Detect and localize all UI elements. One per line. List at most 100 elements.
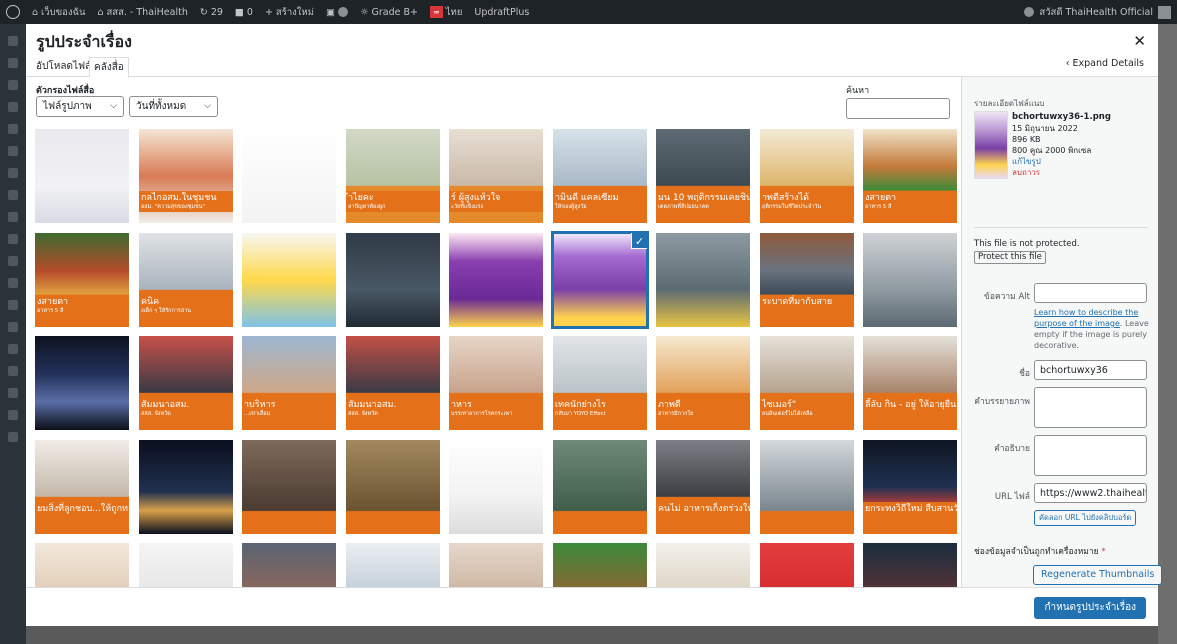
regenerate-thumbnails-button[interactable]: Regenerate Thumbnails <box>1033 565 1163 585</box>
media-thumbnail[interactable]: มน 10 พฤติกรรมเคยชิน เตตภาพที่ลีปมอนาคต <box>656 129 750 223</box>
wp-logo-icon[interactable] <box>0 0 26 24</box>
backdrop <box>1158 24 1177 644</box>
user-greeting[interactable]: สวัสดี ThaiHealth Official <box>1039 5 1153 20</box>
filter-label: ตัวกรองไฟล์สื่อ <box>36 86 95 96</box>
search-input[interactable] <box>846 98 950 119</box>
media-thumbnail[interactable]: าพดีสร้างได้ ฤติกรรมในชีวิตประจำวัน <box>760 129 854 223</box>
menu-icon <box>8 344 18 354</box>
media-thumbnail[interactable] <box>35 336 129 430</box>
media-thumbnail[interactable]: ระบาดที่มากับสาย <box>760 233 854 327</box>
media-thumbnail[interactable]: ำไยคะ ลาปัญหาท้องผูก <box>346 129 440 223</box>
grade-menu[interactable]: ☼ Grade B+ <box>354 0 424 24</box>
tab-upload[interactable]: อัปโหลดไฟล์ <box>32 57 95 78</box>
thumbnail-caption: เทคนักย่างไร กลับมา YOYO Effect <box>553 398 647 419</box>
grade-icon: ☼ <box>359 6 369 18</box>
media-thumbnail[interactable]: ภาพดี อาหารมีกากใย <box>656 336 750 430</box>
comments-menu[interactable]: ■ 0 <box>229 0 259 24</box>
media-thumbnail[interactable] <box>139 440 233 534</box>
media-thumbnail[interactable] <box>35 129 129 223</box>
new-content-menu[interactable]: + สร้างใหม่ <box>259 0 320 24</box>
protect-file-button[interactable]: Protect this file <box>974 251 1046 264</box>
updraftplus-menu[interactable]: UpdraftPlus <box>468 0 535 24</box>
tab-library[interactable]: คลังสื่อ <box>89 57 129 78</box>
media-thumbnail[interactable]: าบริหาร ...เข่าเสื่อม <box>242 336 336 430</box>
comment-icon: ■ <box>234 6 244 18</box>
menu-icon <box>8 410 18 420</box>
attachment-thumbnail <box>974 111 1008 179</box>
media-thumbnail[interactable] <box>242 440 336 534</box>
media-thumbnail[interactable]: ไซเมอร์" ยนอินเตอร์ไม่ได้เหลือ <box>760 336 854 430</box>
media-thumbnail[interactable]: ร์ ผู้สูงแห้วใจ ะวัยที่แข็งแรง <box>449 129 543 223</box>
media-thumbnail[interactable]: เทคนักย่างไร กลับมา YOYO Effect <box>553 336 647 430</box>
media-thumbnail[interactable] <box>656 233 750 327</box>
file-url-label: URL ไฟล์ <box>994 492 1030 502</box>
media-thumbnail[interactable] <box>242 233 336 327</box>
thumbnail-caption: ามินดี แคลเซียม ให้ของผู้สูงวัย <box>553 191 647 212</box>
close-icon[interactable]: ✕ <box>1133 32 1146 50</box>
alt-help-text: Learn how to describe the purpose of the… <box>1034 308 1149 350</box>
thumbnail-caption: ยกระทงวิถีใหม่ สืบสานวัฒนธรร <box>863 502 957 517</box>
thumbnail-caption: มน 10 พฤติกรรมเคยชิน เตตภาพที่ลีปมอนาคต <box>656 191 750 212</box>
media-thumbnail[interactable]: คนิค งเด็ก ๆ ให้รักการอ่าน <box>139 233 233 327</box>
set-featured-image-button[interactable]: กำหนดรูปประจำเรื่อง <box>1034 597 1146 619</box>
menu-icon <box>8 168 18 178</box>
caption-label: คำบรรยายภาพ <box>974 397 1030 407</box>
thumbnail-caption: ภาพดี อาหารมีกากใย <box>656 398 750 419</box>
seo-menu[interactable]: ▣ <box>320 0 354 24</box>
media-thumbnail[interactable]: คนไม่ อาหารเก็งตร่วงในหน้าร้อน <box>656 440 750 534</box>
menu-icon <box>8 388 18 398</box>
thumbnail-caption: คนไม่ อาหารเก็งตร่วงในหน้าร้อน <box>656 502 750 517</box>
thumbnail-caption: ยมสิ่งที่ลูกชอบ...ให้ถูกทาง <box>35 502 129 517</box>
language-menu[interactable]: ═ ไทย <box>424 0 468 24</box>
menu-icon <box>8 432 18 442</box>
media-thumbnail[interactable]: ยกระทงวิถีใหม่ สืบสานวัฒนธรร <box>863 440 957 534</box>
divider <box>974 227 1148 228</box>
file-url-input[interactable]: https://www2.thaihealth.o <box>1034 483 1147 503</box>
media-thumbnail[interactable]: ลี้ลับ กิน - อยู่ ให้อายุยืน <box>863 336 957 430</box>
description-textarea[interactable] <box>1034 435 1147 476</box>
delete-permanently-link[interactable]: ลบถาวร <box>1012 167 1111 178</box>
thumbnail-caption: าบริหาร ...เข่าเสื่อม <box>242 398 336 419</box>
caption-textarea[interactable] <box>1034 387 1147 428</box>
media-thumbnail[interactable]: ยมสิ่งที่ลูกชอบ...ให้ถูกทาง <box>35 440 129 534</box>
media-thumbnail[interactable] <box>863 233 957 327</box>
media-thumbnail[interactable] <box>449 440 543 534</box>
title-input[interactable]: bchortuwxy36 <box>1034 360 1147 380</box>
media-thumbnail[interactable] <box>346 233 440 327</box>
menu-icon <box>8 322 18 332</box>
description-label: คำอธิบาย <box>994 444 1030 454</box>
site-menu[interactable]: ⌂ เว็บของฉัน <box>26 0 91 24</box>
media-thumbnail[interactable]: ✓ <box>551 231 649 329</box>
media-thumbnail[interactable] <box>449 233 543 327</box>
media-thumbnail[interactable]: กลไกอสม.ในชุมชน อสม. "ความสุขของชุมชน" <box>139 129 233 223</box>
modal-tabs: อัปโหลดไฟล์ คลังสื่อ <box>26 56 1158 78</box>
media-thumbnail[interactable] <box>760 440 854 534</box>
media-thumbnail[interactable] <box>242 129 336 223</box>
date-filter-select[interactable]: วันที่ทั้งหมด ⌵ <box>129 96 218 117</box>
menu-icon <box>8 300 18 310</box>
site2-menu[interactable]: ⌂ สสส. - ThaiHealth <box>91 0 193 24</box>
expand-details-link[interactable]: ‹ Expand Details <box>1066 58 1144 69</box>
media-type-select[interactable]: ไฟล์รูปภาพ ⌵ <box>36 96 124 117</box>
media-thumbnail[interactable]: าหาร บรรเทาอาการโรคกระเพา <box>449 336 543 430</box>
thumbnail-caption: าหาร บรรเทาอาการโรคกระเพา <box>449 398 543 419</box>
media-thumbnail[interactable] <box>346 440 440 534</box>
media-thumbnail[interactable]: งสายตา อาหาร 5 สี <box>35 233 129 327</box>
media-thumbnail[interactable]: สัมมนาอสม. สสส. จังหวัด <box>139 336 233 430</box>
media-thumbnail[interactable]: งสายตา อาหาร 5 สี <box>863 129 957 223</box>
backdrop-bottom <box>26 626 1158 644</box>
updates-menu[interactable]: ↻ 29 <box>194 0 229 24</box>
media-thumbnail[interactable] <box>553 440 647 534</box>
checkmark-icon[interactable]: ✓ <box>631 233 647 249</box>
media-thumbnail[interactable]: ามินดี แคลเซียม ให้ของผู้สูงวัย <box>553 129 647 223</box>
avatar[interactable] <box>1158 5 1171 19</box>
status-dot-icon <box>337 7 348 17</box>
thumbnail-caption: ร์ ผู้สูงแห้วใจ ะวัยที่แข็งแรง <box>449 191 543 212</box>
modal-footer: กำหนดรูปประจำเรื่อง <box>26 587 1158 626</box>
thumbnail-caption: ระบาดที่มากับสาย <box>760 295 854 310</box>
media-thumbnail[interactable]: สัมมนาอสม. สสส. จังหวัด <box>346 336 440 430</box>
upload-date: 15 มิถุนายน 2022 <box>1012 124 1078 133</box>
alt-text-input[interactable] <box>1034 283 1147 303</box>
copy-url-button[interactable]: คัดลอก URL ไปยังคลิปบอร์ด <box>1034 510 1137 526</box>
edit-image-link[interactable]: แก้ไขรูป <box>1012 156 1111 167</box>
